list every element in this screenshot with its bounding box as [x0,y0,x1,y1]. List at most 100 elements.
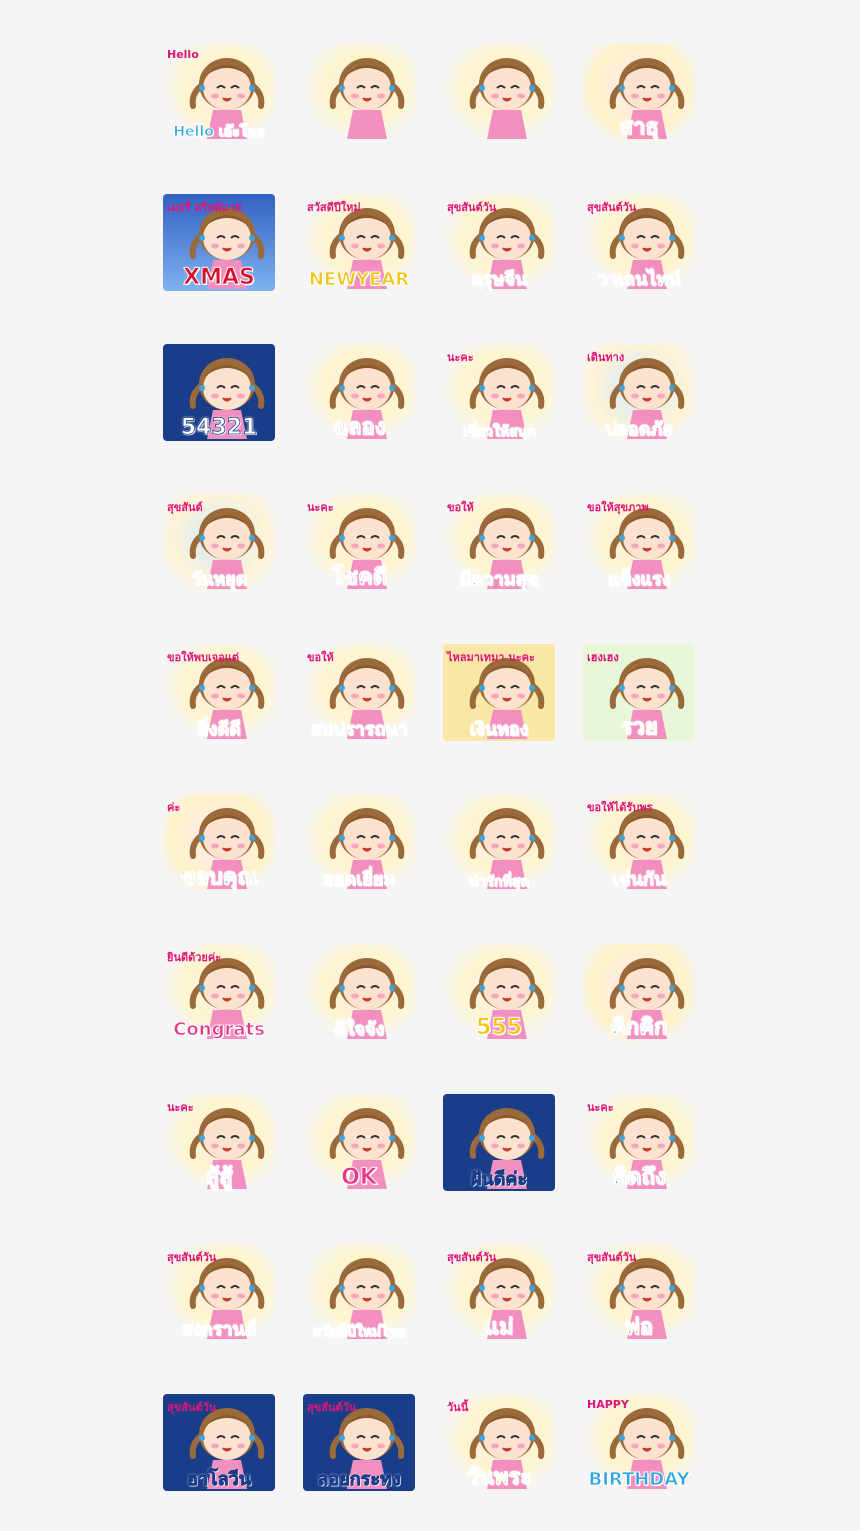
girl-illustration [469,58,545,139]
sticker-subcaption: นะคะ [587,1101,614,1114]
girl-illustration [329,58,405,139]
sticker-caption: สาธุ [619,115,659,140]
sticker-caption: เช่นกัน [612,869,667,890]
sticker-subcaption: เมอรี่ คริสต์มาส [167,201,242,214]
sticker-tile[interactable]: คิกคิก [583,944,695,1041]
sticker-subcaption: สุขสันต์วัน [307,1401,357,1414]
sticker-caption: วันหยุด [190,569,248,590]
sticker-tile[interactable]: ยอดเยี่ยม [303,794,415,891]
sticker-subcaption: Hello [167,48,199,61]
sticker-subcaption: นะคะ [167,1101,194,1114]
sticker-tile[interactable]: สวัสดีปีใหม่ NEWYEAR [303,194,415,291]
sticker-caption: ฉลอง [332,415,386,440]
sticker-caption: OK [341,1165,378,1190]
sticker-tile[interactable]: วันนี้ วันพระ [443,1394,555,1491]
sticker-caption: เที่ยวให้สนุก [462,424,536,440]
sticker-caption: โชคดี [331,565,388,590]
sticker-tile[interactable]: ขอให้สุขภาพแข็งแรง [583,494,695,591]
sticker-caption: มีความสุข [459,569,539,590]
sticker-subcaption: สุขสันต์วัน [447,1251,497,1264]
sticker-caption: น่ารักที่สุด [468,874,530,890]
sticker-caption: ปลอดภัย [605,419,673,440]
sticker-tile[interactable]: สุขสันต์วัน วาเลนไทน์ [583,194,695,291]
sticker-tile[interactable]: ยินดีด้วยค่ะ Congrats [163,944,275,1041]
sticker-tile[interactable]: สุขสันต์ วันหยุด [163,494,275,591]
sticker-subcaption: ค่ะ [167,801,181,814]
sticker-caption: ฮาโลวีน [186,1469,252,1490]
sticker-subcaption: สวัสดีปีใหม่ [307,201,361,214]
sticker-grid: Hello Hello เอ๊ะโหล สาธุ เมอรี่ คริสต์มา… [163,44,695,1491]
sticker-tile[interactable] [303,44,415,141]
sticker-caption: คิดถึง [612,1165,666,1190]
sticker-caption: ดีใจจัง [333,1019,385,1040]
sticker-tile[interactable]: สุขสันต์วันฮาโลวีน [163,1394,275,1491]
sticker-tile[interactable]: ขอให้ได้รับพรเช่นกัน [583,794,695,891]
sticker-subcaption: สุขสันต์วัน [447,201,497,214]
sticker-subcaption: HAPPY [587,1398,629,1411]
sticker-subcaption: ขอให้ [447,501,474,514]
sticker-tile[interactable]: เฮงเฮงรวย [583,644,695,741]
sticker-subcaption: ขอให้ได้รับพร [587,801,653,814]
sticker-tile[interactable]: สุขสันต์วันพ่อ [583,1244,695,1341]
sticker-caption: เงินทอง [469,719,529,740]
sticker-caption: สิ่งดีดี [197,719,241,740]
sticker-caption: คิกคิก [610,1015,668,1040]
sticker-subcaption: เฮงเฮง [587,651,619,664]
sticker-tile[interactable]: 54321 [163,344,275,441]
sticker-subcaption: สุขสันต์วัน [167,1251,217,1264]
sticker-tile[interactable]: นะคะเที่ยวให้สนุก [443,344,555,441]
sticker-caption: สู้สู้ [205,1165,233,1190]
sticker-tile[interactable]: ดีใจจัง [303,944,415,1041]
sticker-tile[interactable]: สุขสันต์วัน สงกรานต์ [163,1244,275,1341]
sticker-caption: ยอดเยี่ยม [322,869,396,890]
sticker-caption: วันพระ [466,1465,532,1490]
sticker-caption: NEWYEAR [308,269,410,290]
sticker-tile[interactable]: นะคะโชคดี [303,494,415,591]
sticker-caption: แม่ [484,1315,514,1340]
sticker-tile[interactable] [443,44,555,141]
sticker-tile[interactable]: ขอให้ สมปรารถนา [303,644,415,741]
sticker-subcaption: นะคะ [447,351,474,364]
sticker-tile[interactable]: เมอรี่ คริสต์มาส XMAS [163,194,275,291]
sticker-caption: ขอบคุณ [180,865,258,890]
sticker-tile[interactable]: ค่ะขอบคุณ [163,794,275,891]
sticker-tile[interactable]: น่ารักที่สุด [443,794,555,891]
sticker-caption: สวัสดีปีใหม่ไทย [312,1324,406,1340]
sticker-caption: Congrats [173,1019,265,1040]
sticker-tile[interactable]: สวัสดีปีใหม่ไทย [303,1244,415,1341]
sticker-tile[interactable]: Hello Hello เอ๊ะโหล [163,44,275,141]
sticker-caption: สมปรารถนา [310,719,408,740]
sticker-subcaption: สุขสันต์วัน [587,1251,637,1264]
sticker-tile[interactable]: OK [303,1094,415,1191]
sticker-caption: ฝันดีค่ะ [470,1169,528,1190]
sticker-tile[interactable]: สุขสันต์วันตรุษจีน [443,194,555,291]
sticker-tile[interactable]: สุขสันต์วันแม่ [443,1244,555,1341]
sticker-tile[interactable]: ขอให้พบเจอแต่ สิ่งดีดี [163,644,275,741]
sticker-subcaption: ขอให้สุขภาพ [587,501,649,514]
sticker-tile[interactable]: HAPPY BIRTHDAY [583,1394,695,1491]
sticker-subcaption: สุขสันต์วัน [167,1401,217,1414]
sticker-caption: BIRTHDAY [588,1469,690,1490]
sticker-tile[interactable]: เดินทางปลอดภัย [583,344,695,441]
sticker-tile[interactable]: ฉลอง [303,344,415,441]
sticker-tile[interactable]: นะคะคิดถึง [583,1094,695,1191]
sticker-subcaption: ไหลมาเทมา นะคะ [447,651,535,664]
sticker-tile[interactable]: ฝันดีค่ะ [443,1094,555,1191]
sticker-caption: ตรุษจีน [470,269,528,290]
sticker-caption: รวย [620,715,658,740]
sticker-caption: พ่อ [625,1315,654,1340]
sticker-tile[interactable]: ขอให้มีความสุข [443,494,555,591]
sticker-caption: แข็งแรง [607,569,671,590]
sticker-tile[interactable]: สุขสันต์วัน ลอยกระทง [303,1394,415,1491]
sticker-caption: วาเลนไทน์ [597,269,681,290]
sticker-tile[interactable]: 555 [443,944,555,1041]
sticker-tile[interactable]: สาธุ [583,44,695,141]
sticker-subcaption: ยินดีด้วยค่ะ [167,951,222,964]
sticker-tile[interactable]: ไหลมาเทมา นะคะเงินทอง [443,644,555,741]
sticker-caption: Hello เอ๊ะโหล [173,124,265,140]
sticker-subcaption: เดินทาง [587,351,625,364]
sticker-tile[interactable]: นะคะสู้สู้ [163,1094,275,1191]
sticker-caption: XMAS [183,265,256,290]
sticker-caption: 54321 [180,415,258,440]
sticker-subcaption: นะคะ [307,501,334,514]
